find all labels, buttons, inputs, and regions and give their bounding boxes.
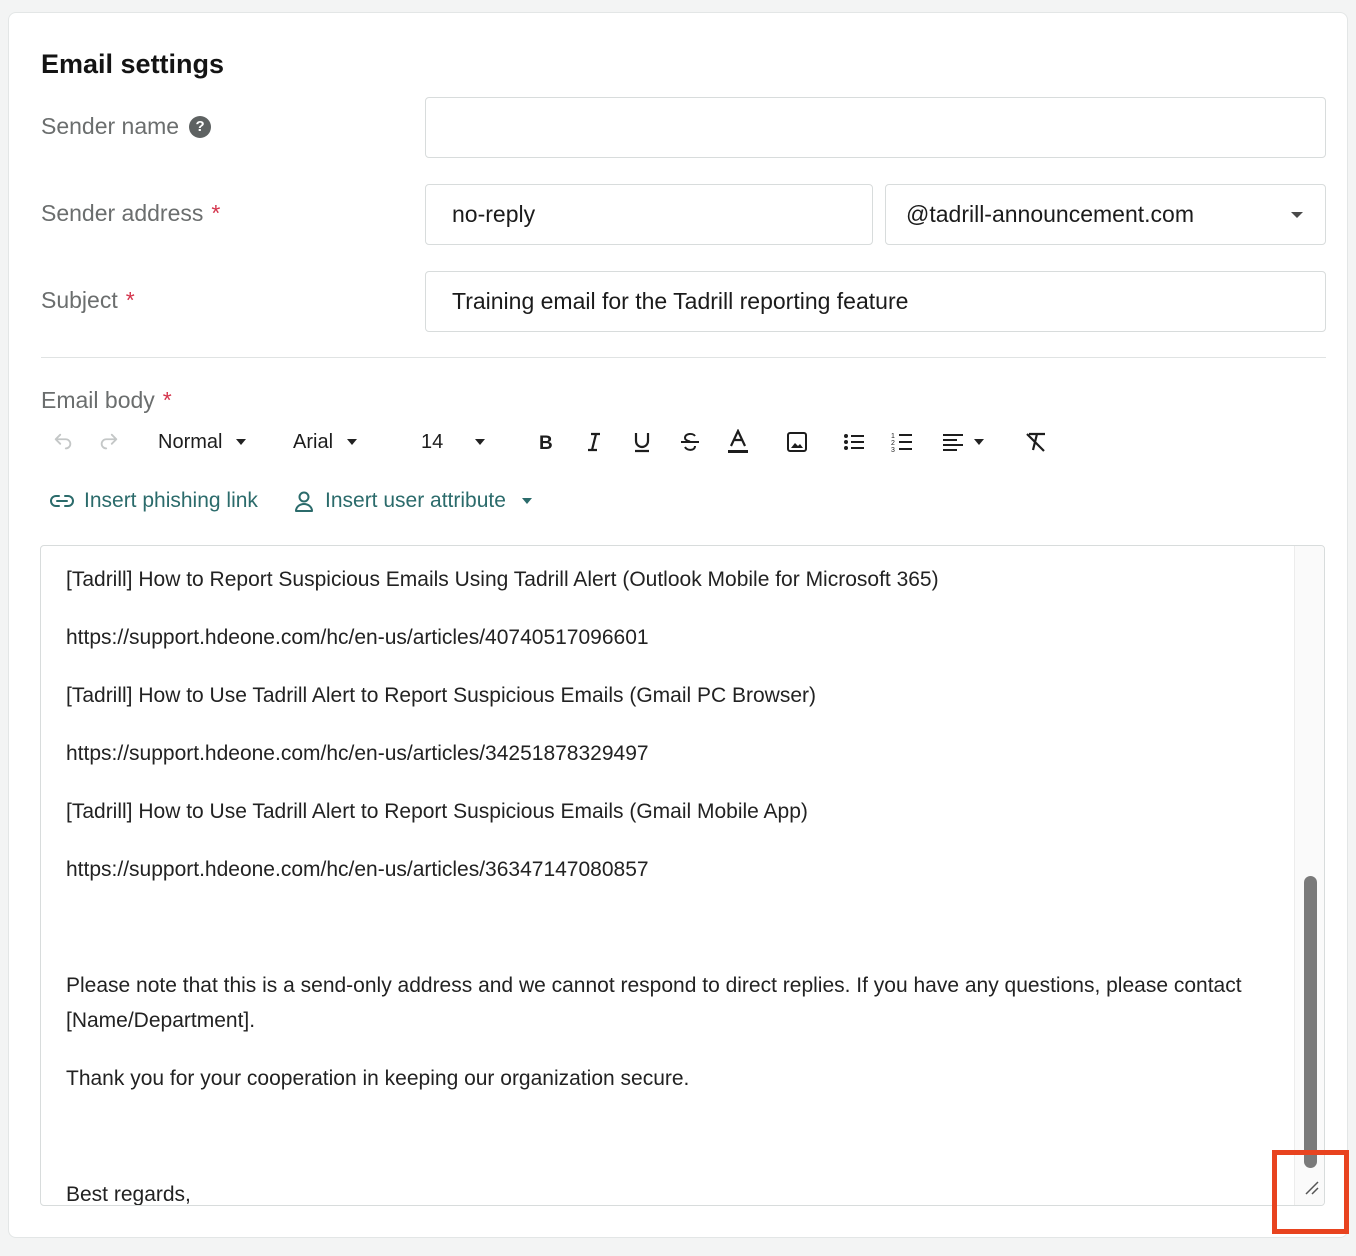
empty-line (66, 1119, 1286, 1154)
sender-name-label-text: Sender name (41, 113, 180, 139)
body-line: [Tadrill] How to Report Suspicious Email… (66, 568, 939, 591)
chevron-down-icon (475, 439, 486, 445)
clear-format-icon[interactable] (1024, 424, 1048, 460)
redo-icon[interactable] (98, 424, 120, 460)
align-dropdown[interactable] (942, 424, 984, 460)
scrollbar-thumb[interactable] (1304, 876, 1317, 1168)
body-line: https://support.hdeone.com/hc/en-us/arti… (66, 626, 649, 649)
help-icon[interactable]: ? (189, 115, 212, 138)
subject-label: Subject * (41, 287, 135, 314)
chevron-down-icon (347, 439, 358, 445)
numbered-list-icon[interactable]: 123 (891, 424, 913, 460)
sender-name-input[interactable] (425, 97, 1326, 158)
chevron-down-icon (236, 439, 247, 445)
paragraph-style-value: Normal (158, 430, 223, 453)
chevron-down-icon (521, 498, 532, 504)
empty-line (66, 910, 1286, 945)
chevron-down-icon (1291, 212, 1303, 218)
required-mark: * (162, 387, 172, 413)
sender-address-local-input[interactable]: no-reply (425, 184, 873, 245)
undo-icon[interactable] (52, 424, 74, 460)
chevron-down-icon (974, 439, 984, 445)
body-line: Best regards, (66, 1183, 191, 1206)
svg-text:B: B (539, 433, 553, 453)
body-line: https://support.hdeone.com/hc/en-us/arti… (66, 742, 649, 765)
required-mark: * (125, 287, 135, 313)
align-left-icon (943, 434, 963, 451)
link-icon (50, 495, 74, 507)
email-body-editor[interactable]: [Tadrill] How to Report Suspicious Email… (40, 545, 1325, 1206)
editor-content[interactable]: [Tadrill] How to Report Suspicious Email… (66, 562, 1286, 1206)
text-color-icon[interactable] (727, 424, 749, 460)
editor-scrollbar[interactable] (1294, 546, 1324, 1205)
email-body-label-text: Email body (41, 387, 155, 413)
sender-address-label-text: Sender address (41, 200, 204, 226)
sender-name-label: Sender name ? (41, 113, 212, 140)
insert-phishing-link-button[interactable]: Insert phishing link (50, 486, 258, 516)
svg-text:2: 2 (891, 440, 895, 447)
divider (41, 357, 1326, 358)
subject-input[interactable]: Training email for the Tadrill reporting… (425, 271, 1326, 332)
svg-text:1: 1 (891, 433, 895, 440)
italic-icon[interactable] (584, 424, 604, 460)
font-family-dropdown[interactable]: Arial (293, 424, 358, 460)
highlight-annotation (1272, 1150, 1349, 1234)
body-line: Thank you for your cooperation in keepin… (66, 1067, 690, 1090)
subject-label-text: Subject (41, 287, 118, 313)
font-family-value: Arial (293, 430, 334, 453)
svg-text:3: 3 (891, 447, 895, 453)
sender-address-label: Sender address * (41, 200, 220, 227)
underline-icon[interactable] (632, 424, 652, 460)
strikethrough-icon[interactable] (679, 424, 701, 460)
sender-domain-select[interactable]: @tadrill-announcement.com (885, 184, 1326, 245)
paragraph-style-dropdown[interactable]: Normal (158, 424, 247, 460)
bullet-list-icon[interactable] (843, 424, 865, 460)
insert-user-attribute-button[interactable]: Insert user attribute (293, 486, 532, 516)
user-icon (295, 491, 313, 512)
email-body-label: Email body * (41, 387, 172, 414)
section-title: Email settings (41, 49, 225, 79)
font-size-dropdown[interactable]: 14 (421, 424, 486, 460)
required-mark: * (211, 200, 221, 226)
bold-icon[interactable]: B (536, 424, 556, 460)
body-line: [Tadrill] How to Use Tadrill Alert to Re… (66, 684, 817, 707)
body-line: [Tadrill] How to Use Tadrill Alert to Re… (66, 800, 808, 823)
body-line: https://support.hdeone.com/hc/en-us/arti… (66, 858, 649, 881)
font-size-value: 14 (421, 430, 444, 453)
body-line: Please note that this is a send-only add… (66, 974, 1242, 1032)
insert-user-attribute-label: Insert user attribute (325, 489, 506, 512)
image-icon[interactable] (786, 424, 808, 460)
sender-domain-value: @tadrill-announcement.com (906, 201, 1194, 227)
editor-toolbar: Normal Arial 14 B 123 (40, 424, 1060, 460)
insert-phishing-link-label: Insert phishing link (84, 489, 258, 512)
